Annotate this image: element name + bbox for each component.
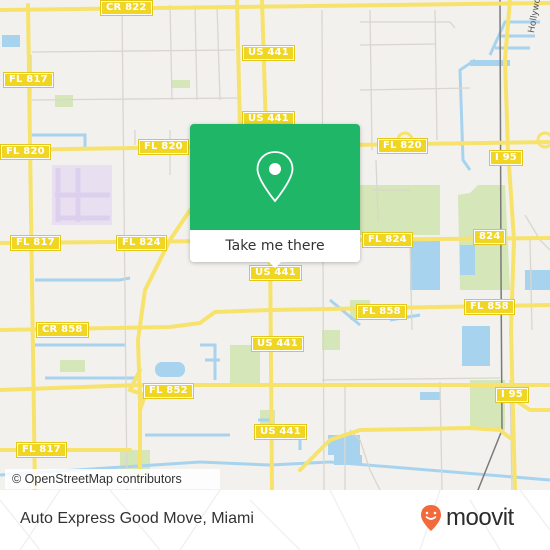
road-shield-fl820: FL 820: [0, 144, 51, 160]
park-area: [172, 80, 190, 88]
park-area: [230, 345, 260, 385]
road-shield-fl817: FL 817: [10, 235, 61, 251]
water-body: [460, 245, 475, 275]
road-us441-north-b: [260, 0, 268, 132]
road-shield-fl858: FL 858: [356, 304, 407, 320]
location-pin-icon: [256, 151, 294, 203]
road-us441-north: [235, 0, 242, 132]
water-body: [462, 326, 490, 366]
water-body: [410, 240, 440, 290]
moovit-wordmark: moovit: [446, 504, 514, 531]
road-shield-us441: US 441: [251, 336, 304, 352]
road-fl852: [0, 383, 550, 392]
location-popup: Take me there: [190, 124, 360, 268]
road-shield-824: 824: [472, 229, 507, 245]
road-shield-fl824: FL 824: [116, 235, 167, 251]
road-shield-fl817: FL 817: [16, 442, 67, 458]
popup-pointer: [268, 261, 282, 268]
road-shield-fl820: FL 820: [377, 138, 428, 154]
moovit-smiley-pin-icon: [421, 505, 441, 531]
attribution-text: © OpenStreetMap contributors: [12, 472, 182, 486]
canal: [458, 58, 476, 171]
road-shield-fl858: FL 858: [464, 299, 515, 315]
road-shield-us441: US 441: [242, 45, 295, 61]
road-shield-cr822: CR 822: [100, 0, 153, 16]
road-shield-us441: US 441: [249, 265, 302, 281]
water-body: [525, 270, 550, 290]
place-name: Auto Express Good Move, Miami: [20, 510, 254, 527]
park-area: [360, 185, 440, 235]
road-shield-i95: I 95: [495, 387, 529, 403]
water-body: [155, 362, 185, 377]
canal: [200, 343, 220, 380]
take-me-there-button[interactable]: Take me there: [190, 230, 360, 262]
park-area: [60, 360, 85, 372]
take-me-there-label: Take me there: [225, 238, 325, 254]
road-cr822: [0, 1, 550, 12]
park-area: [55, 95, 73, 107]
moovit-logo[interactable]: moovit: [420, 500, 514, 536]
road-shield-us441: US 441: [254, 424, 307, 440]
map-attribution[interactable]: © OpenStreetMap contributors: [5, 469, 220, 489]
canal: [35, 276, 131, 282]
road-shield-fl820: FL 820: [138, 139, 189, 155]
footer-bar: Auto Express Good Move, Miami moovit: [0, 490, 550, 550]
map-view[interactable]: CR 822 US 441 FL 817 US 441 FL 820 FL 82…: [0, 0, 550, 490]
park-area: [322, 330, 340, 350]
road-shield-fl824: FL 824: [362, 232, 413, 248]
water-body: [420, 392, 440, 400]
road-shield-i95: I 95: [489, 150, 523, 166]
roundabout: [536, 131, 550, 149]
road-shield-fl817: FL 817: [3, 72, 54, 88]
road-shield-cr858: CR 858: [36, 322, 89, 338]
water-body: [2, 35, 20, 47]
road-shield-fl852: FL 852: [143, 383, 194, 399]
popup-header: [190, 124, 360, 230]
road-curve-west: [135, 208, 192, 482]
road-interchange: [127, 368, 148, 412]
